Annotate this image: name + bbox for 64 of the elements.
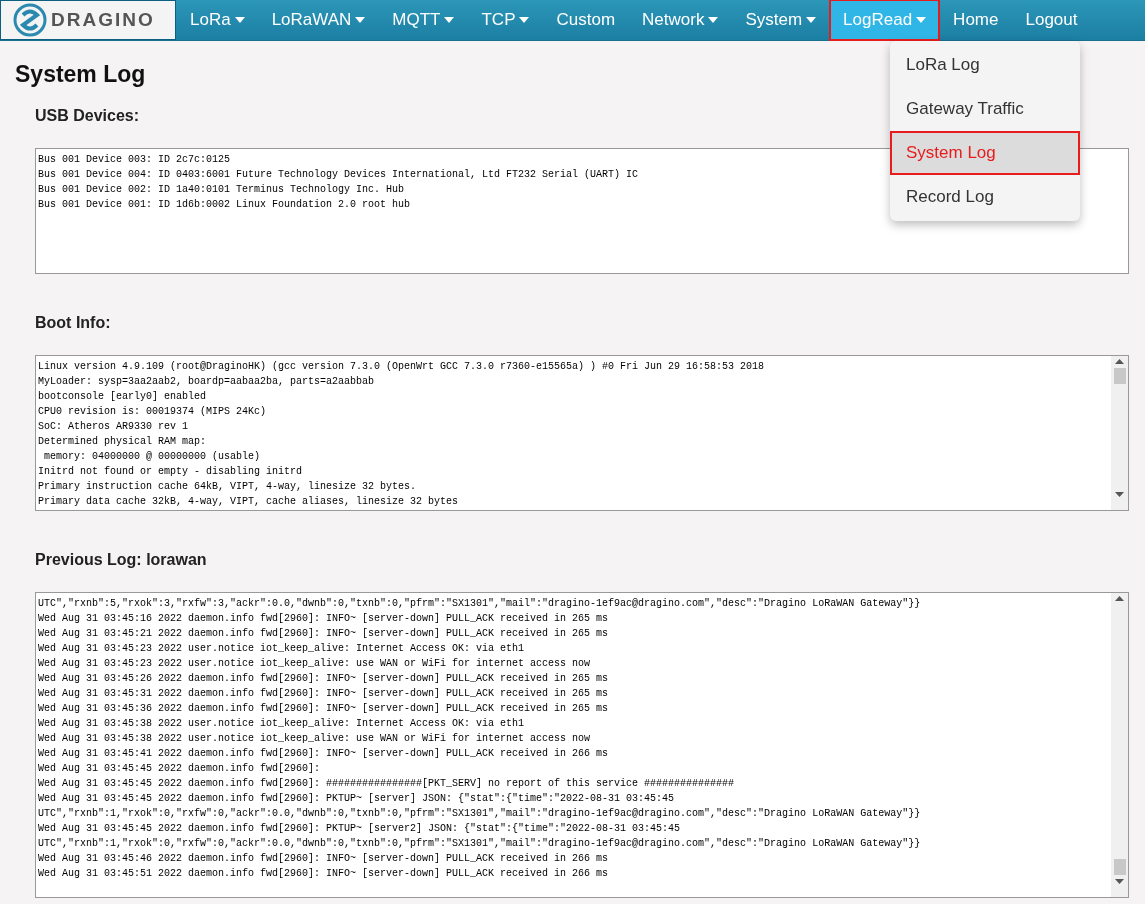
nav-item[interactable]: Network — [629, 0, 732, 40]
scrollbar[interactable] — [1111, 592, 1128, 897]
log-line: Bus 001 Device 002: ID 1a40:0101 Terminus Technology Inc. Hub — [38, 182, 405, 197]
scrollbar-thumb[interactable] — [1113, 367, 1126, 384]
menu-item[interactable]: LoRa Log — [890, 43, 1080, 87]
log-line: Wed Aug 31 03:45:41 2022 daemon.info fwd[2960]: INFO~ [server-down] PULL_ACK received in 266 ms — [38, 746, 609, 761]
nav-item[interactable]: LogRead — [830, 0, 940, 40]
scrollbar[interactable] — [1111, 355, 1128, 510]
section-heading: Boot Info: — [35, 312, 111, 333]
section-heading: Previous Log: lorawan — [35, 549, 207, 570]
log-line: UTC","rxnb":1,"rxok":0,"rxfw":0,"ackr":0.0,"dwnb":0,"txnb":0,"pfrm":"SX1301","mail":"dragino-1ef9ac@dragino.com","desc":"Dragino LoRaWAN Gateway"}} — [38, 806, 921, 821]
nav-item[interactable]: LoRaWAN — [258, 0, 379, 40]
log-line: UTC","rxnb":5,"rxok":3,"rxfw":3,"ackr":0.0,"dwnb":0,"txnb":0,"pfrm":"SX1301","mail":"dragino-1ef9ac@dragino.com","desc":"Dragino LoRaWAN Gateway"}} — [38, 596, 921, 611]
log-text-area[interactable] — [35, 354, 1129, 511]
log-line: Primary data cache 32kB, 4-way, VIPT, cache aliases, linesize 32 bytes — [38, 494, 459, 509]
scroll-up-icon[interactable] — [1115, 358, 1124, 364]
scrollbar-thumb[interactable] — [1113, 858, 1126, 875]
menu-item[interactable]: Record Log — [890, 175, 1080, 219]
log-line: Wed Aug 31 03:45:46 2022 daemon.info fwd[2960]: INFO~ [server-down] PULL_ACK received in 266 ms — [38, 851, 609, 866]
nav-item[interactable]: Custom — [543, 0, 629, 40]
section-heading: USB Devices: — [35, 105, 140, 126]
logo[interactable]: DRAGINO — [0, 0, 176, 40]
page-title: System Log — [15, 60, 146, 89]
log-line: Wed Aug 31 03:45:16 2022 daemon.info fwd[2960]: INFO~ [server-down] PULL_ACK received in 265 ms — [38, 611, 609, 626]
log-line: Wed Aug 31 03:45:51 2022 daemon.info fwd[2960]: INFO~ [server-down] PULL_ACK received in 266 ms — [38, 866, 609, 881]
nav-item[interactable]: Logout — [1012, 0, 1091, 40]
log-line: bootconsole [early0] enabled — [38, 389, 207, 404]
log-line: Wed Aug 31 03:45:21 2022 daemon.info fwd[2960]: INFO~ [server-down] PULL_ACK received in 265 ms — [38, 626, 609, 641]
log-line: Wed Aug 31 03:45:31 2022 daemon.info fwd[2960]: INFO~ [server-down] PULL_ACK received in 265 ms — [38, 686, 609, 701]
log-line: Initrd not found or empty - disabling initrd — [38, 464, 303, 479]
log-line: CPU0 revision is: 00019374 (MIPS 24Kc) — [38, 404, 267, 419]
nav-item[interactable]: MQTT — [379, 0, 468, 40]
nav-item[interactable]: LoRa — [177, 0, 258, 40]
scroll-down-icon[interactable] — [1115, 878, 1124, 884]
logo-icon — [13, 3, 47, 37]
log-line: Wed Aug 31 03:45:23 2022 user.notice iot_keep_alive: use WAN or WiFi for internet access now — [38, 656, 591, 671]
log-line: Linux version 4.9.109 (root@DraginoHK) (gcc version 7.3.0 (OpenWrt GCC 7.3.0 r7360-e15565a) ) #0 Fri Jun 29 16:58:53 2018 — [38, 359, 765, 374]
scroll-down-icon[interactable] — [1115, 491, 1124, 497]
nav-item[interactable]: System — [732, 0, 830, 40]
log-line: Determined physical RAM map: — [38, 434, 207, 449]
scroll-up-icon[interactable] — [1115, 595, 1124, 601]
log-line: memory: 04000000 @ 00000000 (usable) — [43, 449, 261, 464]
log-line: MyLoader: sysp=3aa2aab2, boardp=aabaa2ba, parts=a2aabbab — [38, 374, 375, 389]
log-line: Wed Aug 31 03:45:45 2022 daemon.info fwd[2960]: PKTUP~ [server2] JSON: {"stat":{"time":"2022-08-31 03:45:45 — [38, 821, 681, 836]
log-line: Wed Aug 31 03:45:45 2022 daemon.info fwd[2960]: PKTUP~ [server] JSON: {"stat":{"time":"2022-08-31 03:45:45 — [38, 791, 675, 806]
log-line: Wed Aug 31 03:45:38 2022 user.notice iot_keep_alive: use WAN or WiFi for internet access now — [38, 731, 591, 746]
log-line: Wed Aug 31 03:45:45 2022 daemon.info fwd[2960]: ################[PKT_SERV] no report of this service ############### — [38, 776, 735, 791]
log-line: SoC: Atheros AR9330 rev 1 — [38, 419, 189, 434]
log-line: Wed Aug 31 03:45:38 2022 user.notice iot_keep_alive: Internet Access OK: via eth1 — [38, 716, 525, 731]
log-line: Wed Aug 31 03:45:36 2022 daemon.info fwd[2960]: INFO~ [server-down] PULL_ACK received in 265 ms — [38, 701, 609, 716]
menu-item[interactable]: System Log — [890, 131, 1080, 175]
log-line: Bus 001 Device 004: ID 0403:6001 Future Technology Devices International, Ltd FT232 Serial (UART) IC — [38, 167, 639, 182]
log-line: Bus 001 Device 003: ID 2c7c:0125 — [38, 152, 231, 167]
log-text-area[interactable] — [35, 591, 1129, 898]
log-line: Wed Aug 31 03:45:45 2022 daemon.info fwd[2960]: — [38, 761, 321, 776]
log-line: UTC","rxnb":1,"rxok":0,"rxfw":0,"ackr":0.0,"dwnb":0,"txnb":0,"pfrm":"SX1301","mail":"dragino-1ef9ac@dragino.com","desc":"Dragino LoRaWAN Gateway"}} — [38, 836, 921, 851]
log-line: Wed Aug 31 03:45:26 2022 daemon.info fwd[2960]: INFO~ [server-down] PULL_ACK received in 265 ms — [38, 671, 609, 686]
menu-item[interactable]: Gateway Traffic — [890, 87, 1080, 131]
nav-item[interactable]: TCP — [468, 0, 543, 40]
log-line: Wed Aug 31 03:45:23 2022 user.notice iot_keep_alive: Internet Access OK: via eth1 — [38, 641, 525, 656]
nav-item[interactable]: Home — [940, 0, 1012, 40]
logo-text: DRAGINO — [51, 7, 155, 32]
log-line: Bus 001 Device 001: ID 1d6b:0002 Linux Foundation 2.0 root hub — [38, 197, 411, 212]
log-line: Primary instruction cache 64kB, VIPT, 4-way, linesize 32 bytes. — [38, 479, 417, 494]
